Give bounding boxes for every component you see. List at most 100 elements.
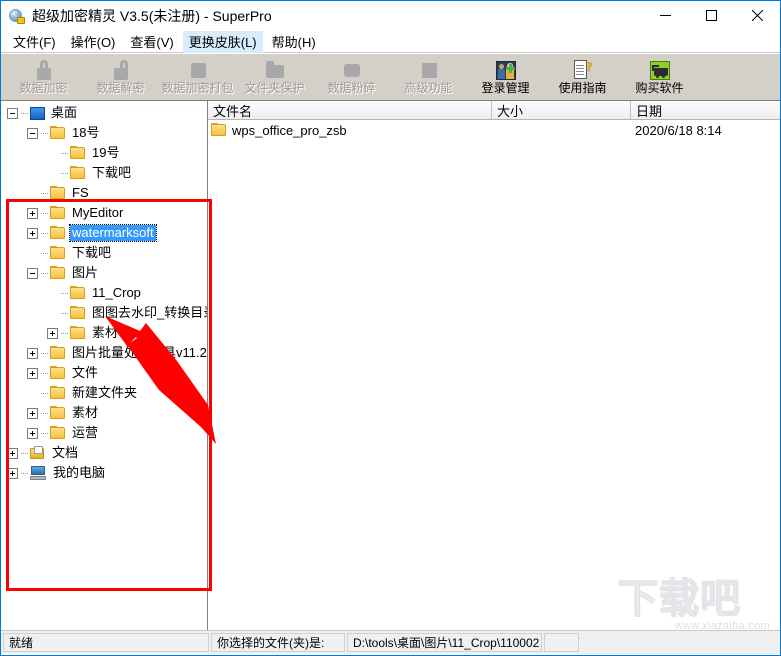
- expand-expander-icon[interactable]: [7, 467, 18, 479]
- tree-item[interactable]: 图图去水印_转换目录: [1, 303, 207, 323]
- minimize-button[interactable]: [642, 1, 688, 30]
- shredder-icon: [341, 59, 363, 81]
- file-list-row[interactable]: wps_office_pro_zsb 2020/6/18 8:14: [208, 120, 780, 140]
- toolbar-label: 数据加密打包: [161, 81, 234, 95]
- folder-icon: [50, 266, 66, 280]
- unlock-icon: [110, 59, 132, 81]
- expand-expander-icon[interactable]: [27, 367, 38, 379]
- tree-item[interactable]: 18号: [1, 123, 207, 143]
- column-header-date[interactable]: 日期: [631, 101, 780, 119]
- toolbar-button-encrypt[interactable]: 数据加密: [5, 54, 82, 100]
- menu-change-skin[interactable]: 更换皮肤(L): [182, 30, 263, 53]
- close-button[interactable]: [734, 1, 780, 30]
- toolbar-label: 登录管理: [481, 81, 530, 95]
- status-selection-path: D:\tools\桌面\图片\11_Crop\110002: [347, 633, 542, 652]
- column-header-size[interactable]: 大小: [492, 101, 631, 119]
- folder-shield-icon: [264, 59, 286, 81]
- tree-item[interactable]: 桌面: [1, 103, 207, 123]
- tree-item[interactable]: FS: [1, 183, 207, 203]
- tree-item-label: 我的电脑: [53, 465, 106, 480]
- expand-expander-icon[interactable]: [27, 427, 38, 439]
- tree-item[interactable]: 素材: [1, 323, 207, 343]
- tree-item-label: FS: [72, 185, 89, 200]
- tree-item[interactable]: 素材: [1, 403, 207, 423]
- expand-expander-icon[interactable]: [7, 447, 18, 459]
- tree-item[interactable]: 11_Crop: [1, 283, 207, 303]
- tree-connector: [41, 372, 48, 374]
- toolbar-button-encrypt-package[interactable]: 数据加密打包: [159, 54, 236, 100]
- tree-item[interactable]: 文件: [1, 363, 207, 383]
- menu-file[interactable]: 文件(F): [7, 30, 62, 53]
- tree-item-label: watermarksoft: [69, 224, 157, 242]
- maximize-button[interactable]: [688, 1, 734, 30]
- toolbar-label: 高级功能: [404, 81, 453, 95]
- expand-expander-icon[interactable]: [27, 227, 38, 239]
- tree-item[interactable]: MyEditor: [1, 203, 207, 223]
- tree-item-label: 图片: [72, 265, 99, 280]
- file-name-cell: wps_office_pro_zsb: [208, 123, 492, 138]
- application-window: 超级加密精灵 V3.5(未注册) - SuperPro 文件(F) 操作(O) …: [0, 0, 781, 656]
- expand-expander-icon[interactable]: [27, 207, 38, 219]
- folder-icon: [50, 186, 66, 200]
- tree-item-label: 素材: [92, 325, 119, 340]
- tree-item[interactable]: 文档: [1, 443, 207, 463]
- status-extra: [544, 633, 579, 652]
- tree-item[interactable]: 图片批量处理工具v11.2: [1, 343, 207, 363]
- tree-item[interactable]: watermarksoft: [1, 223, 207, 243]
- file-list-pane[interactable]: 文件名 大小 日期 wps_office_pro_zsb 2020/6/18 8:…: [208, 101, 780, 630]
- expand-expander-icon[interactable]: [27, 407, 38, 419]
- tree-item[interactable]: 下载吧: [1, 163, 207, 183]
- tree-item-label: 18号: [72, 125, 100, 140]
- tree-connector: [41, 232, 48, 234]
- folder-icon: [50, 366, 66, 380]
- tree-item[interactable]: 新建文件夹: [1, 383, 207, 403]
- documents-icon: [30, 446, 46, 460]
- folder-icon: [70, 166, 86, 180]
- tree-connector: [41, 392, 48, 394]
- guide-icon: ?: [572, 59, 594, 81]
- folder-icon: [211, 123, 227, 137]
- toolbar-button-decrypt[interactable]: 数据解密: [82, 54, 159, 100]
- collapse-expander-icon[interactable]: [27, 127, 38, 139]
- folder-icon: [70, 146, 86, 160]
- toolbar-button-advanced[interactable]: 高级功能: [390, 54, 467, 100]
- toolbar-button-folder-protect[interactable]: 文件夹保护: [236, 54, 313, 100]
- toolbar-label: 文件夹保护: [244, 81, 305, 95]
- status-selection-label: 你选择的文件(夹)是:: [211, 633, 345, 652]
- tree-connector: [61, 312, 68, 314]
- menu-operation[interactable]: 操作(O): [65, 30, 122, 53]
- folder-icon: [50, 426, 66, 440]
- expand-expander-icon[interactable]: [47, 327, 58, 339]
- tree-item-label: 下载吧: [92, 165, 132, 180]
- toolbar-button-buy-software[interactable]: 购买软件: [621, 54, 698, 100]
- tree-item[interactable]: 图片: [1, 263, 207, 283]
- column-header-name[interactable]: 文件名: [208, 101, 492, 119]
- folder-icon: [50, 386, 66, 400]
- tree-item[interactable]: 19号: [1, 143, 207, 163]
- folder-tree: 桌面 18号 19号 下载吧 FS MyEditor watermarksoft 下载吧 图片 1…: [1, 103, 207, 483]
- toolbar-button-login-manage[interactable]: 登录管理: [467, 54, 544, 100]
- tree-connector: [61, 152, 68, 154]
- folder-tree-pane[interactable]: 桌面 18号 19号 下载吧 FS MyEditor watermarksoft 下载吧 图片 1…: [1, 101, 208, 630]
- tree-connector: [41, 432, 48, 434]
- toolbar-button-user-guide[interactable]: ? 使用指南: [544, 54, 621, 100]
- status-bar: 就绪 你选择的文件(夹)是: D:\tools\桌面\图片\11_Crop\11…: [1, 630, 780, 654]
- tree-item[interactable]: 下载吧: [1, 243, 207, 263]
- collapse-expander-icon[interactable]: [27, 267, 38, 279]
- menu-bar: 文件(F) 操作(O) 查看(V) 更换皮肤(L) 帮助(H): [1, 30, 780, 53]
- expand-expander-icon[interactable]: [27, 347, 38, 359]
- tree-item[interactable]: 我的电脑: [1, 463, 207, 483]
- status-ready: 就绪: [3, 633, 209, 652]
- toolbar: 数据加密 数据解密 数据加密打包 文件夹保护 数据粉碎 高级功能 登录管理 ? …: [1, 53, 780, 101]
- tree-connector: [41, 252, 48, 254]
- tree-item[interactable]: 运营: [1, 423, 207, 443]
- folder-icon: [50, 246, 66, 260]
- folder-icon: [50, 406, 66, 420]
- toolbar-button-shred[interactable]: 数据粉碎: [313, 54, 390, 100]
- title-bar: 超级加密精灵 V3.5(未注册) - SuperPro: [1, 1, 780, 31]
- tree-item-label: 图片批量处理工具v11.2: [72, 345, 207, 360]
- collapse-expander-icon[interactable]: [7, 107, 18, 119]
- toolbar-label: 数据粉碎: [327, 81, 376, 95]
- menu-view[interactable]: 查看(V): [124, 30, 179, 53]
- menu-help[interactable]: 帮助(H): [266, 30, 322, 53]
